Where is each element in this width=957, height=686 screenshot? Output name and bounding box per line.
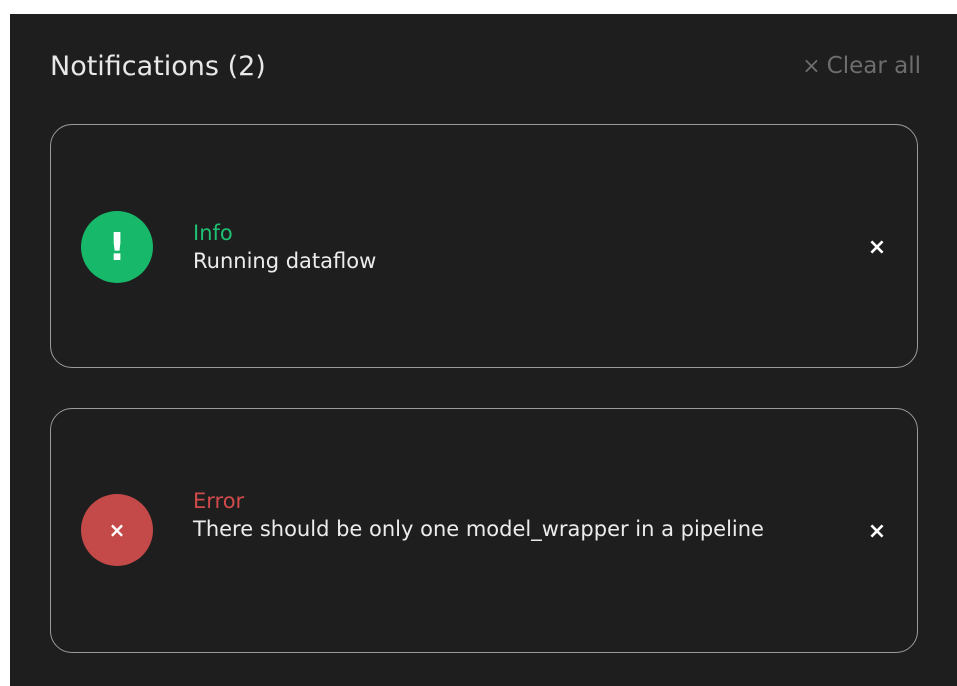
- dismiss-notification-button[interactable]: ×: [865, 235, 889, 260]
- dismiss-notification-button[interactable]: ×: [865, 519, 889, 544]
- notification-kind: Error: [193, 489, 245, 513]
- clear-all-label: Clear all: [826, 53, 921, 79]
- notifications-header: Notifications (2) × Clear all: [50, 46, 921, 86]
- notification-kind: Info: [193, 221, 233, 245]
- close-icon: ×: [802, 53, 821, 79]
- notification-card-info: ! Info Running dataflow ×: [50, 124, 918, 368]
- notification-content: Error There should be only one model_wra…: [193, 487, 793, 543]
- notification-content: Info Running dataflow: [193, 219, 793, 275]
- notifications-panel: Notifications (2) × Clear all ! Info Run…: [10, 14, 957, 686]
- info-badge: !: [81, 211, 153, 283]
- notifications-title: Notifications (2): [50, 50, 266, 82]
- error-badge: ×: [81, 494, 153, 566]
- error-x-icon: ×: [108, 518, 126, 542]
- notification-message: There should be only one model_wrapper i…: [193, 517, 764, 541]
- clear-all-button[interactable]: × Clear all: [802, 53, 921, 79]
- notification-message: Running dataflow: [193, 249, 377, 273]
- notification-card-error: × Error There should be only one model_w…: [50, 408, 918, 653]
- exclamation-icon: !: [108, 225, 126, 269]
